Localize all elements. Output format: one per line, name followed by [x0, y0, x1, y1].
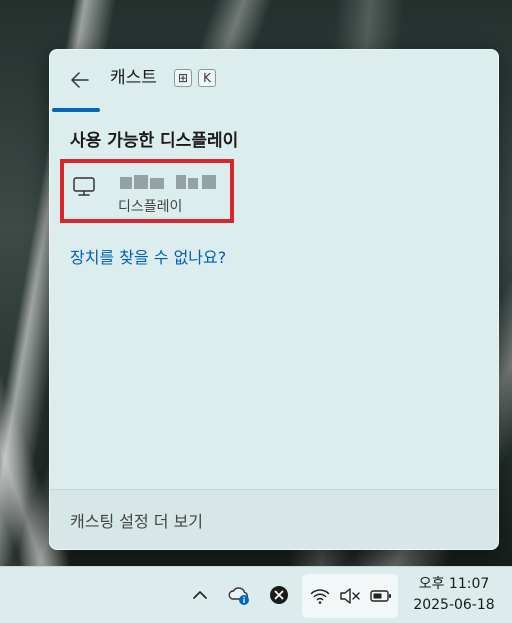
clock-date: 2025-06-18 — [413, 597, 495, 613]
battery-icon — [370, 590, 391, 602]
clock-time: 오후 11:07 — [418, 576, 490, 592]
back-arrow-icon — [71, 72, 89, 88]
flyout-title: 캐스트 — [110, 68, 157, 88]
app-tray-button[interactable] — [267, 583, 291, 607]
k-key-badge: K — [198, 69, 216, 87]
windows-key-icon: ⊞ — [174, 69, 192, 87]
header-accent-indicator — [52, 108, 100, 112]
back-button[interactable] — [66, 66, 94, 94]
speaker-muted-icon — [340, 588, 360, 604]
device-name-redacted — [120, 175, 220, 191]
cant-find-device-link[interactable]: 장치를 찾을 수 없나요? — [70, 244, 226, 268]
cloud-info-icon — [228, 587, 249, 605]
display-device-item[interactable]: 디스플레이 — [60, 159, 234, 223]
more-cast-settings-link[interactable]: 캐스팅 설정 더 보기 — [70, 508, 203, 532]
flyout-footer: 캐스팅 설정 더 보기 — [50, 489, 498, 549]
taskbar-clock[interactable]: 오후 11:07 2025-06-18 — [404, 574, 504, 616]
quick-settings-button[interactable] — [302, 574, 398, 618]
device-subtitle: 디스플레이 — [118, 199, 183, 215]
onedrive-status-button[interactable] — [228, 583, 252, 607]
close-circle-icon — [270, 586, 288, 604]
wifi-icon — [310, 589, 330, 604]
show-hidden-icons-button[interactable] — [188, 583, 212, 607]
taskbar: 오후 11:07 2025-06-18 — [0, 566, 512, 623]
chevron-up-icon — [193, 591, 207, 599]
monitor-icon — [73, 177, 95, 196]
cast-flyout: 캐스트 ⊞ K 사용 가능한 디스플레이 디스플레이 장치를 찾을 수 없나요?… — [49, 49, 499, 550]
available-displays-heading: 사용 가능한 디스플레이 — [70, 131, 239, 151]
flyout-header: 캐스트 ⊞ K — [50, 50, 498, 108]
